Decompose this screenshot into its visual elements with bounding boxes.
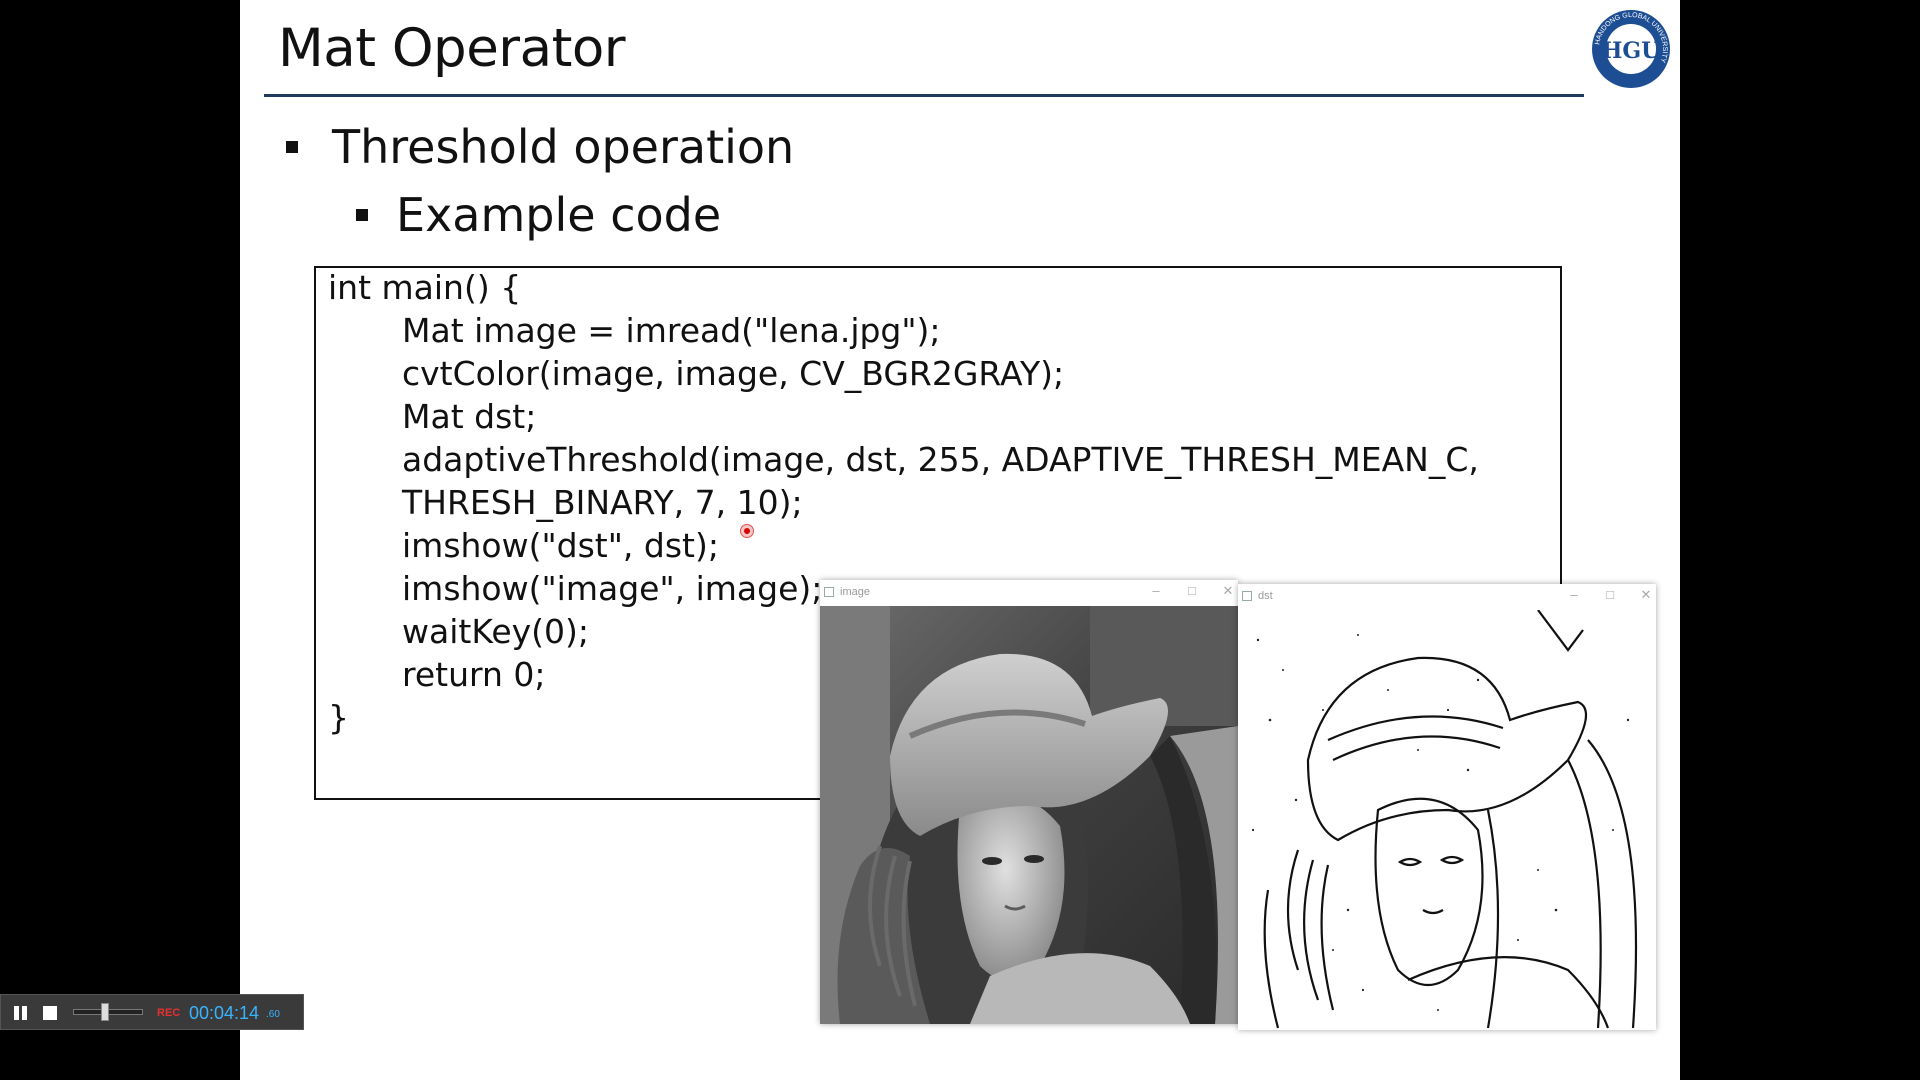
screen-recorder-bar: REC 00:04:14 .60: [0, 994, 304, 1030]
square-bullet-icon: [356, 208, 368, 221]
window-title: image: [840, 586, 870, 598]
code-line: cvtColor(image, image, CV_BGR2GRAY);: [402, 354, 1065, 393]
minimize-button[interactable]: –: [1564, 587, 1584, 602]
grayscale-photo: [820, 606, 1238, 1024]
university-logo: HGU HANDONG GLOBAL UNIVERSITY: [1592, 10, 1670, 88]
code-line: imshow("image", image);: [402, 569, 823, 608]
code-line: waitKey(0);: [402, 612, 590, 651]
dst-window[interactable]: dst – □ ✕: [1238, 584, 1656, 1030]
image-canvas: [820, 606, 1238, 1024]
volume-slider-handle[interactable]: [101, 1003, 109, 1021]
window-app-icon: [824, 587, 834, 597]
window-app-icon: [1242, 591, 1252, 601]
window-titlebar[interactable]: image – □ ✕: [820, 580, 1238, 606]
code-line: THRESH_BINARY, 7, 10);: [402, 483, 803, 522]
code-line: int main() {: [328, 268, 522, 307]
square-bullet-icon: [286, 140, 298, 153]
slide-title: Mat Operator: [278, 18, 626, 79]
recording-time: 00:04:14: [189, 1003, 260, 1023]
image-window[interactable]: image – □ ✕: [820, 580, 1238, 1024]
code-line: }: [328, 698, 349, 737]
maximize-button[interactable]: □: [1600, 587, 1620, 602]
window-title: dst: [1258, 590, 1273, 602]
rec-indicator: REC: [157, 1007, 181, 1019]
bullet-threshold-operation: Threshold operation: [286, 120, 794, 174]
threshold-photo: [1238, 610, 1656, 1030]
close-button[interactable]: ✕: [1636, 587, 1656, 603]
code-line: return 0;: [402, 655, 546, 694]
recording-time-fraction: .60: [266, 1009, 280, 1020]
bullet-example-code: Example code: [356, 188, 721, 242]
presenter-pointer: [740, 524, 754, 538]
dst-canvas: [1238, 610, 1656, 1030]
code-line: Mat dst;: [402, 397, 537, 436]
code-line: imshow("dst", dst);: [402, 526, 719, 565]
minimize-button[interactable]: –: [1146, 583, 1166, 598]
pause-icon[interactable]: [13, 1006, 29, 1020]
bullet-text: Example code: [396, 188, 722, 242]
close-button[interactable]: ✕: [1218, 583, 1238, 599]
bullet-text: Threshold operation: [332, 120, 795, 174]
code-line: Mat image = imread("lena.jpg");: [402, 311, 941, 350]
title-divider: [264, 94, 1584, 97]
stop-icon[interactable]: [43, 1006, 57, 1020]
code-line: adaptiveThreshold(image, dst, 255, ADAPT…: [402, 440, 1479, 479]
logo-text: HGU: [1602, 38, 1661, 64]
window-titlebar[interactable]: dst – □ ✕: [1238, 584, 1656, 610]
maximize-button[interactable]: □: [1182, 583, 1202, 598]
